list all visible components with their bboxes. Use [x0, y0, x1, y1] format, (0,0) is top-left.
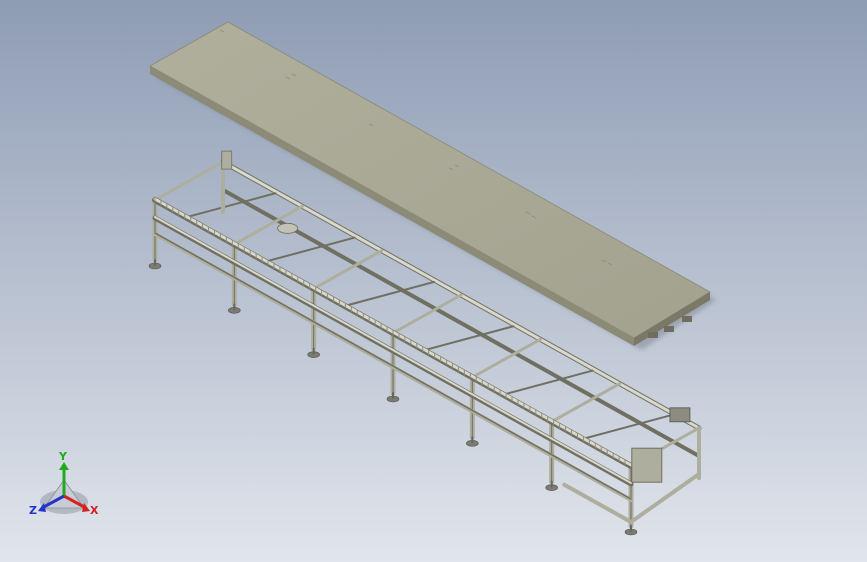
idler-bracket [221, 150, 233, 170]
triad-y-label: Y [59, 450, 67, 463]
model-canvas[interactable] [0, 0, 867, 562]
drive-motor [669, 407, 691, 423]
triad-x-label: X [90, 504, 99, 517]
drive-housing [631, 447, 663, 483]
triad-z-label: Z [29, 504, 37, 517]
cad-viewport[interactable]: Y X Z [0, 0, 867, 562]
tension-roller [277, 222, 299, 234]
